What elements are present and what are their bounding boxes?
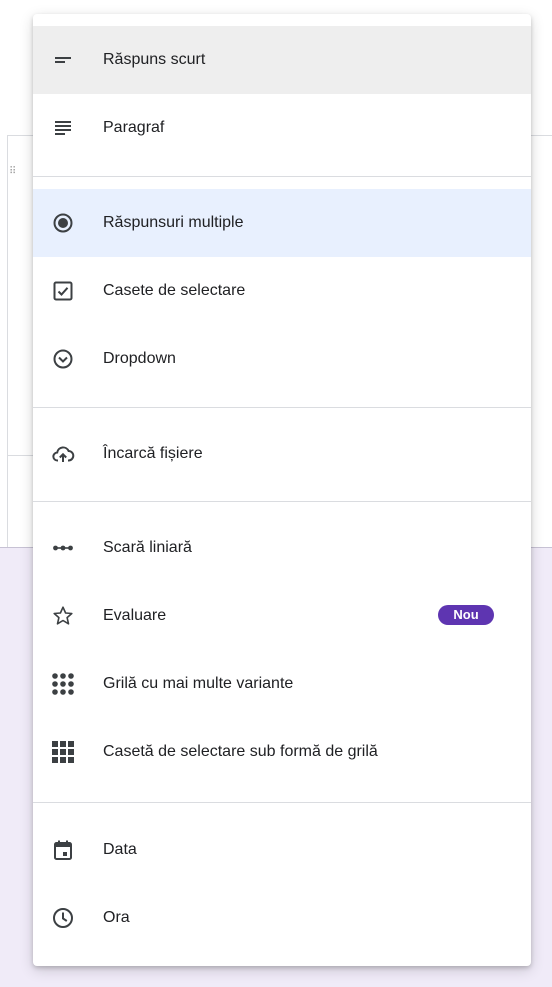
menu-item-label: Dropdown [103,350,176,367]
menu-item-multiple-choice[interactable]: Răspunsuri multiple [33,189,531,257]
menu-item-linear-scale[interactable]: Scară liniară [33,514,531,582]
cloud-upload-icon [51,442,75,466]
dropdown-icon [51,347,75,371]
menu-item-label: Răspunsuri multiple [103,214,244,231]
menu-item-label: Ora [103,909,130,926]
menu-divider [33,501,531,502]
menu-divider [33,407,531,408]
square-grid-icon [51,740,75,764]
radio-button-icon [51,211,75,235]
menu-divider [33,802,531,803]
menu-divider [33,176,531,177]
checkbox-icon [51,279,75,303]
question-type-menu: Răspuns scurt Paragraf Răspunsuri multip… [33,14,531,966]
menu-item-time[interactable]: Ora [33,884,531,952]
menu-item-label: Casete de selectare [103,282,246,299]
paragraph-icon [51,116,75,140]
menu-item-label: Grilă cu mai multe variante [103,675,294,692]
drag-handle-icon[interactable]: ⠿ [9,166,17,177]
clock-icon [51,906,75,930]
menu-item-date[interactable]: Data [33,816,531,884]
question-card-separator [7,455,33,456]
menu-item-file-upload[interactable]: Încarcă fișiere [33,420,531,488]
menu-item-label: Data [103,841,137,858]
menu-item-checkboxes[interactable]: Casete de selectare [33,257,531,325]
menu-item-multiple-choice-grid[interactable]: Grilă cu mai multe variante [33,650,531,718]
linear-scale-icon [51,536,75,560]
new-badge: Nou [438,605,494,625]
short-answer-icon [51,48,75,72]
calendar-icon [51,838,75,862]
menu-item-dropdown[interactable]: Dropdown [33,325,531,393]
menu-item-label: Scară liniară [103,539,192,556]
dot-grid-icon [51,672,75,696]
menu-item-rating[interactable]: Evaluare Nou [33,582,531,650]
menu-item-short-answer[interactable]: Răspuns scurt [33,26,531,94]
menu-item-paragraph[interactable]: Paragraf [33,94,531,162]
menu-item-label: Evaluare [103,607,167,624]
menu-item-label: Casetă de selectare sub formă de grilă [103,743,378,760]
star-icon [51,604,75,628]
menu-item-label: Răspuns scurt [103,51,206,68]
menu-item-checkbox-grid[interactable]: Casetă de selectare sub formă de grilă [33,718,531,786]
menu-item-label: Paragraf [103,119,165,136]
menu-item-label: Încarcă fișiere [103,445,203,462]
